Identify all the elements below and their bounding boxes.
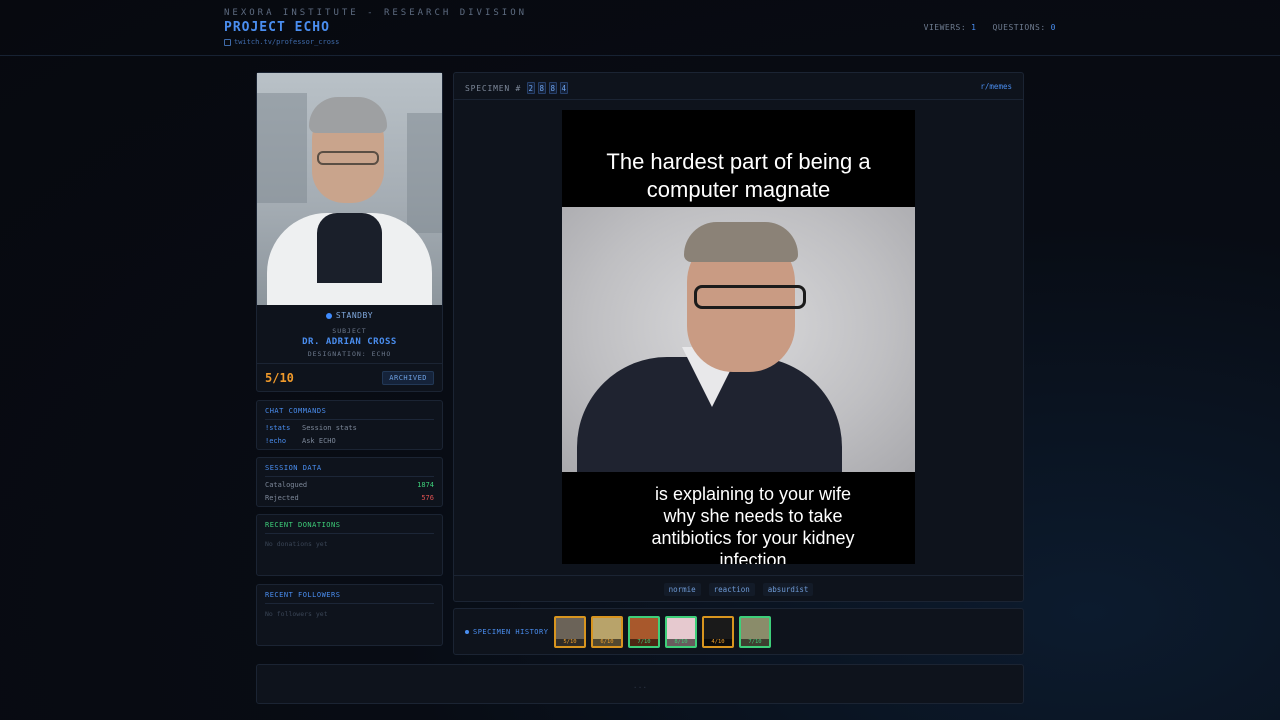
command-row-stats: !stats Session stats	[265, 424, 357, 432]
bottom-ticker: ...	[256, 664, 1024, 704]
header-stats: VIEWERS: 1 QUESTIONS: 0	[924, 23, 1056, 32]
history-thumbnails: 5/10 6/10 7/10 8/10 4/10 7/10	[554, 616, 771, 648]
viewers-stat: VIEWERS: 1	[923, 23, 977, 32]
history-thumbnail[interactable]: 7/10	[628, 616, 660, 648]
subject-name: DR. ADRIAN CROSS	[302, 337, 397, 347]
tag-list: normie reaction absurdist	[454, 575, 1023, 602]
viewers-count: 1	[971, 23, 977, 32]
history-label: SPECIMEN HISTORY	[465, 628, 548, 636]
subreddit-source-link[interactable]: r/memes	[980, 82, 1012, 91]
catalogued-row: Catalogued 1874	[265, 481, 434, 489]
tag-chip[interactable]: normie	[663, 582, 701, 596]
tag-chip[interactable]: absurdist	[762, 582, 814, 596]
panel-title: SESSION DATA	[265, 464, 322, 472]
history-thumbnail[interactable]: 5/10	[554, 616, 586, 648]
tag-chip[interactable]: reaction	[708, 582, 755, 596]
rejected-row: Rejected 576	[265, 494, 434, 502]
subject-label: SUBJECT	[332, 327, 367, 335]
specimen-digit: 8	[549, 82, 558, 94]
org-title: NEXORA INSTITUTE - RESEARCH DIVISION	[224, 8, 528, 18]
specimen-number: SPECIMEN # 2 8 8 4	[465, 82, 569, 94]
panel-title: CHAT COMMANDS	[265, 407, 327, 415]
recent-followers-panel: RECENT FOLLOWERS No followers yet	[256, 584, 443, 646]
specimen-digit: 2	[527, 82, 536, 94]
meme-bottom-caption: is explaining to your wife why she needs…	[651, 484, 855, 564]
specimen-header: SPECIMEN # 2 8 8 4 r/memes	[454, 73, 1023, 100]
top-header: NEXORA INSTITUTE - RESEARCH DIVISION PRO…	[0, 0, 1280, 56]
history-thumbnail[interactable]: 7/10	[739, 616, 771, 648]
loading-dots: ...	[632, 681, 648, 690]
history-thumbnail[interactable]: 4/10	[702, 616, 734, 648]
meme-image: The hardest part of being a computer mag…	[562, 110, 915, 564]
panel-title: RECENT FOLLOWERS	[265, 591, 341, 599]
specimen-history-panel: SPECIMEN HISTORY 5/10 6/10 7/10 8/10 4/1…	[453, 608, 1024, 655]
history-thumbnail[interactable]: 6/10	[591, 616, 623, 648]
specimen-digit: 8	[538, 82, 547, 94]
bullet-icon	[465, 630, 469, 634]
session-data-panel: SESSION DATA Catalogued 1874 Rejected 576	[256, 457, 443, 507]
meme-top-caption: The hardest part of being a computer mag…	[606, 149, 871, 202]
specimen-panel: SPECIMEN # 2 8 8 4 r/memes The hardest p…	[453, 72, 1024, 602]
channel-url: twitch.tv/professor_cross	[234, 38, 340, 46]
rejected-count: 576	[421, 494, 434, 502]
project-title: PROJECT ECHO	[224, 20, 330, 35]
channel-link[interactable]: twitch.tv/professor_cross	[224, 38, 339, 46]
questions-count: 0	[1050, 23, 1056, 32]
chat-commands-panel: CHAT COMMANDS !stats Session stats !echo A…	[256, 400, 443, 450]
subject-designation: DESIGNATION: ECHO	[307, 350, 392, 358]
subject-photo	[257, 73, 442, 305]
subject-profile-card: STANDBY SUBJECT DR. ADRIAN CROSS DESIGNA…	[256, 72, 443, 392]
divider	[257, 363, 442, 364]
recent-donations-panel: RECENT DONATIONS No donations yet	[256, 514, 443, 576]
catalogued-count: 1874	[417, 481, 434, 489]
twitch-icon	[224, 38, 231, 46]
current-score: 5/10	[265, 371, 294, 385]
questions-stat: QUESTIONS: 0	[992, 23, 1056, 32]
meme-photo	[562, 207, 915, 472]
panel-title: RECENT DONATIONS	[265, 521, 341, 529]
status-dot-icon	[325, 312, 332, 319]
archived-badge: ARCHIVED	[382, 371, 434, 385]
specimen-digit: 4	[560, 82, 569, 94]
status-indicator: STANDBY	[257, 311, 442, 320]
empty-message: No followers yet	[265, 610, 328, 618]
command-row-echo: !echo Ask ECHO	[265, 437, 336, 445]
empty-message: No donations yet	[265, 540, 328, 548]
history-thumbnail[interactable]: 8/10	[665, 616, 697, 648]
